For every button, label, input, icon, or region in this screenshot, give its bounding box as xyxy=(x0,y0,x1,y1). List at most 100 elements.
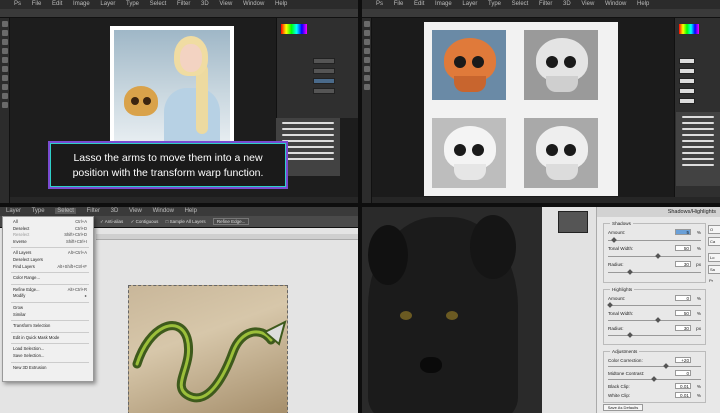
menu-image[interactable]: Image xyxy=(73,1,90,7)
select-menu-item[interactable]: Reselect Shift+Ctrl+D xyxy=(3,232,93,239)
menu-edit[interactable]: Edit xyxy=(414,1,424,7)
save-button[interactable]: Sa xyxy=(708,265,720,274)
menu-3d[interactable]: 3D xyxy=(201,1,209,7)
white-clip-input[interactable]: 0.01 xyxy=(675,392,691,398)
menu-select[interactable]: Select xyxy=(150,1,167,7)
slider-knob[interactable] xyxy=(655,253,661,259)
anti-alias-checkbox[interactable]: ✓ Anti-alias xyxy=(100,219,123,224)
menu-3d[interactable]: 3D xyxy=(111,208,119,214)
menu-select[interactable]: Select xyxy=(512,1,529,7)
brush-stroke[interactable] xyxy=(282,122,334,124)
menu-help[interactable]: Help xyxy=(185,208,197,214)
menu-window[interactable]: Window xyxy=(605,1,626,7)
highlights-radius-input[interactable]: 30 xyxy=(675,325,691,331)
layer-thumb[interactable] xyxy=(679,58,695,64)
highlights-tonal-input[interactable]: 50 xyxy=(675,310,691,316)
stamp-tool-icon[interactable] xyxy=(2,84,8,90)
preview-checkbox[interactable]: Pr xyxy=(708,277,720,286)
gradient-tool-icon[interactable] xyxy=(2,102,8,108)
brush-stroke[interactable] xyxy=(282,134,334,136)
shadows-radius-slider[interactable] xyxy=(608,269,701,275)
eraser-tool-icon[interactable] xyxy=(2,93,8,99)
slider-knob[interactable] xyxy=(611,237,617,243)
select-menu-item[interactable]: Grow xyxy=(3,305,93,312)
layer-thumb[interactable] xyxy=(679,78,695,84)
select-menu-item[interactable]: Deselect Layers xyxy=(3,257,93,264)
load-button[interactable]: Lo xyxy=(708,253,720,262)
select-menu-item[interactable]: Transform Selection xyxy=(3,323,93,330)
brush-stroke[interactable] xyxy=(282,158,334,160)
shadows-tonal-slider[interactable] xyxy=(608,253,701,259)
color-spectrum[interactable] xyxy=(281,24,307,34)
layer-thumb[interactable] xyxy=(313,58,335,64)
canvas-photo-snake[interactable] xyxy=(128,285,288,413)
highlights-amount-slider[interactable] xyxy=(607,302,701,308)
color-correction-slider[interactable] xyxy=(608,363,701,369)
select-menu-item[interactable]: Find Layers Alt+Shift+Ctrl+F xyxy=(3,264,93,271)
slider-knob[interactable] xyxy=(627,269,633,275)
menu-file[interactable]: File xyxy=(32,1,42,7)
canvas-skull-grid[interactable] xyxy=(424,22,618,196)
select-menu-item[interactable]: Similar xyxy=(3,312,93,319)
select-menu-item[interactable]: Color Range... xyxy=(3,275,93,282)
menu-filter[interactable]: Filter xyxy=(177,1,190,7)
highlights-tonal-slider[interactable] xyxy=(608,317,701,323)
crop-tool-icon[interactable] xyxy=(364,57,370,63)
menu-view[interactable]: View xyxy=(219,1,232,7)
menu-type[interactable]: Type xyxy=(32,208,45,214)
select-menu-item[interactable]: Modify ▸ xyxy=(3,293,93,300)
save-as-defaults-button[interactable]: Save As Defaults xyxy=(603,404,643,411)
menu-view[interactable]: View xyxy=(129,208,142,214)
menu-help[interactable]: Help xyxy=(637,1,649,7)
color-correction-input[interactable]: +20 xyxy=(675,357,691,363)
brush-stroke[interactable] xyxy=(682,152,714,154)
lasso-tool-icon[interactable] xyxy=(364,39,370,45)
marquee-tool-icon[interactable] xyxy=(2,30,8,36)
menu-edit[interactable]: Edit xyxy=(52,1,62,7)
highlights-amount-input[interactable]: 0 xyxy=(675,295,691,301)
menu-window[interactable]: Window xyxy=(243,1,264,7)
midtone-contrast-input[interactable]: 0 xyxy=(675,370,691,376)
menu-type[interactable]: Type xyxy=(126,1,139,7)
marquee-tool-icon[interactable] xyxy=(364,30,370,36)
select-menu-item[interactable]: Save Selection... xyxy=(3,353,93,360)
move-tool-icon[interactable] xyxy=(2,21,8,27)
select-menu-item[interactable]: Inverse Shift+Ctrl+I xyxy=(3,239,93,246)
select-menu-item[interactable]: New 3D Extrusion xyxy=(3,365,93,372)
shadows-radius-input[interactable]: 30 xyxy=(675,261,691,267)
layer-thumb[interactable] xyxy=(679,68,695,74)
menu-filter[interactable]: Filter xyxy=(87,208,100,214)
select-menu-item[interactable]: All Ctrl+A xyxy=(3,219,93,226)
brush-stroke[interactable] xyxy=(282,128,334,130)
brush-stroke[interactable] xyxy=(282,140,334,142)
layer-thumb[interactable] xyxy=(679,88,695,94)
brush-stroke[interactable] xyxy=(682,146,714,148)
crop-tool-icon[interactable] xyxy=(2,57,8,63)
brush-stroke[interactable] xyxy=(682,128,714,130)
sample-all-checkbox[interactable]: □ Sample All Layers xyxy=(166,219,206,224)
brush-stroke[interactable] xyxy=(682,116,714,118)
brush-stroke[interactable] xyxy=(682,122,714,124)
layer-thumb[interactable] xyxy=(313,78,335,84)
lasso-tool-icon[interactable] xyxy=(2,39,8,45)
menu-select[interactable]: Select xyxy=(55,208,76,214)
eyedropper-tool-icon[interactable] xyxy=(364,66,370,72)
canvas-photo-elsa[interactable] xyxy=(110,26,234,144)
menu-ps[interactable]: Ps xyxy=(376,1,383,7)
brush-tool-icon[interactable] xyxy=(2,75,8,81)
select-menu-item[interactable]: All Layers Alt+Ctrl+A xyxy=(3,250,93,257)
layer-thumb[interactable] xyxy=(313,68,335,74)
brush-stroke[interactable] xyxy=(682,134,714,136)
menu-layer[interactable]: Layer xyxy=(100,1,115,7)
select-menu-item[interactable]: Deselect Ctrl+D xyxy=(3,226,93,233)
menu-type[interactable]: Type xyxy=(488,1,501,7)
menu-3d[interactable]: 3D xyxy=(563,1,571,7)
color-picker-panel[interactable] xyxy=(558,211,588,233)
shadows-tonal-input[interactable]: 50 xyxy=(675,245,691,251)
menu-image[interactable]: Image xyxy=(435,1,452,7)
shadows-amount-input[interactable]: 5 xyxy=(675,229,691,235)
brush-stroke[interactable] xyxy=(282,146,334,148)
refine-edge-button[interactable]: Refine Edge... xyxy=(212,218,250,225)
slider-knob[interactable] xyxy=(627,332,633,338)
menu-layer[interactable]: Layer xyxy=(6,208,21,214)
